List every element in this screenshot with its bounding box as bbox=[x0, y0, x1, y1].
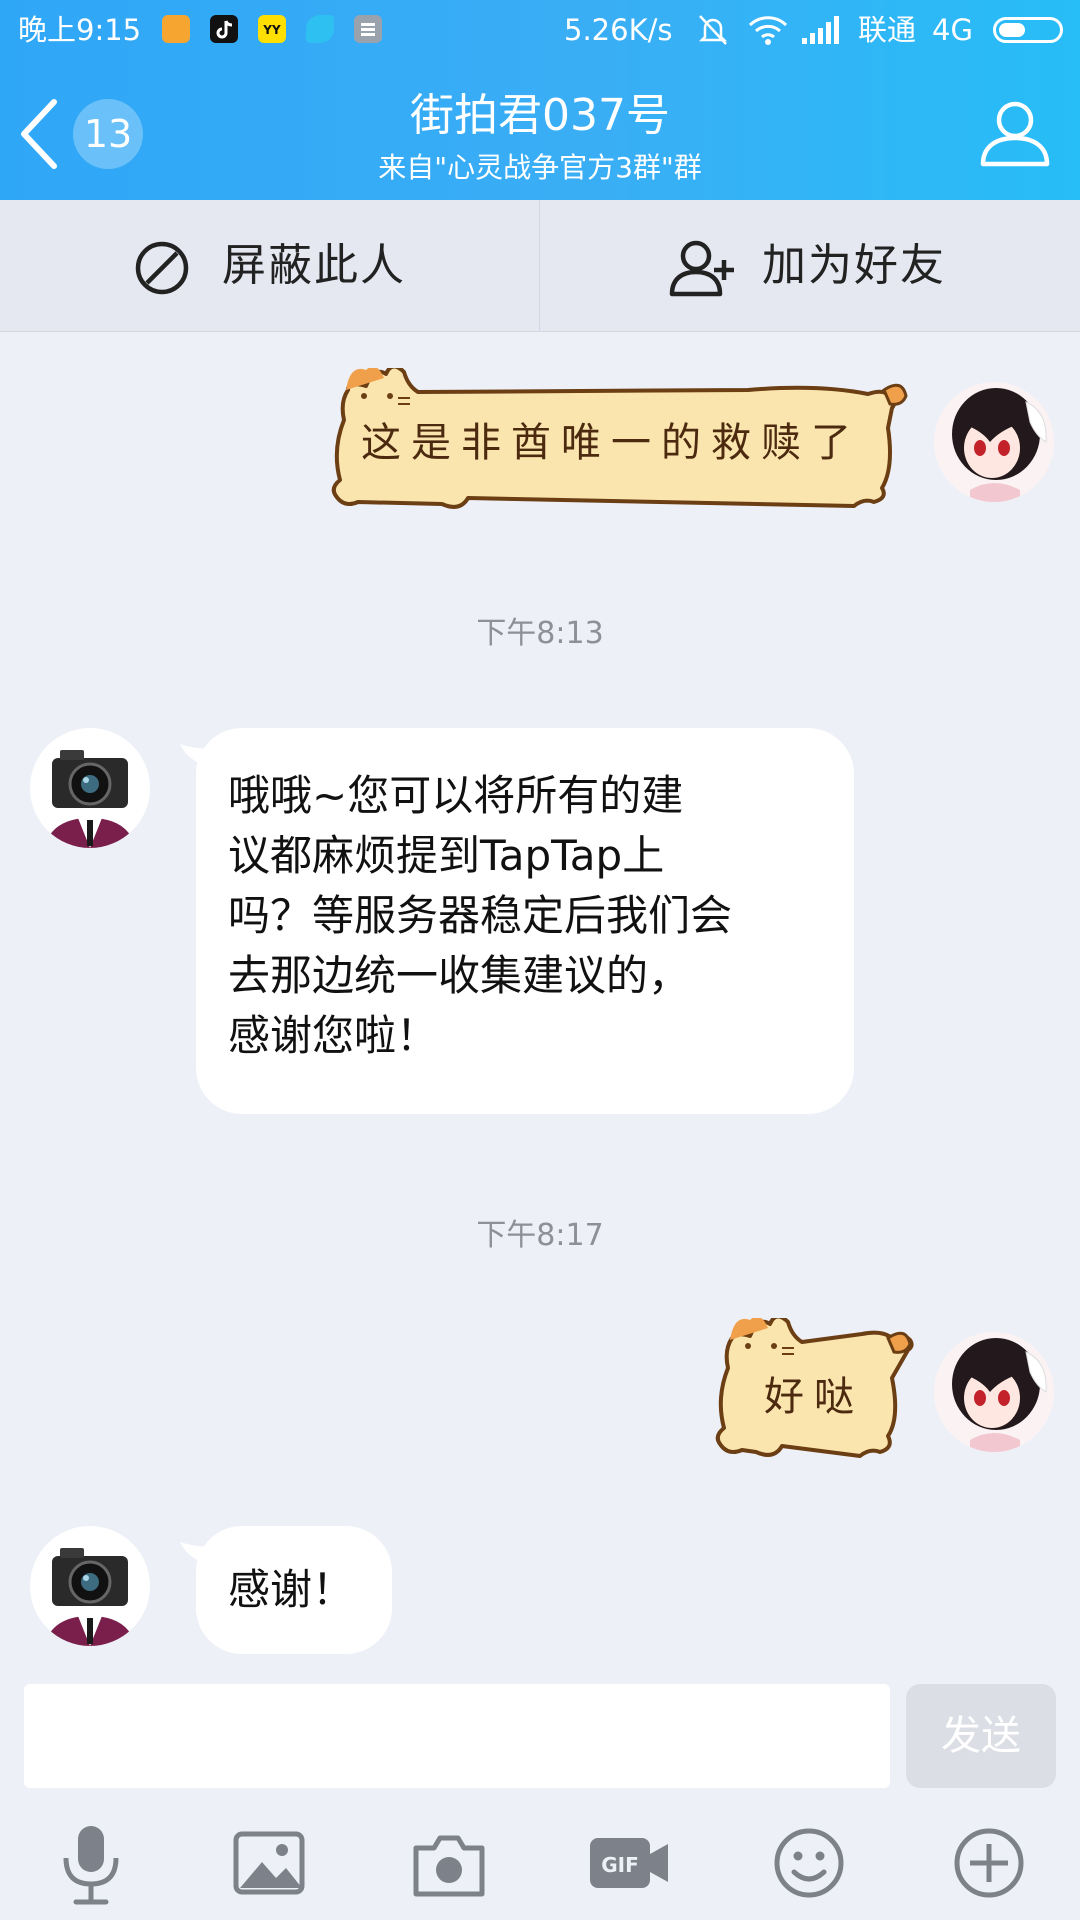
incoming-message-bubble[interactable]: 哦哦~您可以将所有的建 议都麻烦提到TapTap上 吗？等服务器稳定后我们会 去… bbox=[196, 728, 854, 1114]
add-friend-button[interactable]: 加为好友 bbox=[540, 200, 1080, 332]
message-app-icon bbox=[162, 15, 190, 43]
wifi-icon bbox=[748, 16, 788, 45]
message-line: 感谢您啦！ bbox=[228, 1011, 439, 1060]
message-line: 议都麻烦提到TapTap上 bbox=[228, 831, 665, 880]
message-input[interactable] bbox=[24, 1684, 890, 1788]
status-network-type: 4G bbox=[932, 13, 973, 47]
message-line: 哦哦~您可以将所有的建 bbox=[228, 771, 684, 820]
chat-header: 晚上9:15 YY 5.26K/s 联通 4G 13 街拍君037号 来自"心灵… bbox=[0, 0, 1080, 200]
yy-app-icon: YY bbox=[258, 15, 286, 43]
message-line: 感谢！ bbox=[228, 1565, 355, 1614]
sticker-message-text: 好哒 bbox=[764, 1374, 864, 1420]
my-avatar[interactable] bbox=[934, 1332, 1054, 1452]
image-icon[interactable] bbox=[224, 1818, 314, 1908]
bird-app-icon bbox=[306, 15, 334, 43]
sticker-message-text: 这是非酋唯一的救赎了 bbox=[361, 420, 861, 466]
svg-text:GIF: GIF bbox=[601, 1853, 639, 1877]
timestamp: 下午8:13 bbox=[476, 616, 604, 651]
svg-text:YY: YY bbox=[262, 23, 281, 37]
my-avatar[interactable] bbox=[934, 382, 1054, 502]
block-user-label: 屏蔽此人 bbox=[222, 240, 406, 291]
emoji-icon[interactable] bbox=[764, 1818, 854, 1908]
profile-person-icon[interactable] bbox=[978, 96, 1052, 170]
chat-title: 街拍君037号 bbox=[410, 90, 670, 141]
microphone-icon[interactable] bbox=[46, 1818, 136, 1908]
sender-avatar[interactable] bbox=[30, 1526, 150, 1646]
gif-icon[interactable]: GIF bbox=[584, 1818, 674, 1908]
block-user-button[interactable]: 屏蔽此人 bbox=[0, 200, 539, 332]
notes-app-icon bbox=[354, 15, 382, 43]
camera-head-avatar-icon bbox=[30, 728, 150, 848]
signal-icon bbox=[802, 16, 839, 44]
incoming-message-bubble[interactable]: 感谢！ bbox=[196, 1526, 392, 1654]
send-button[interactable]: 发送 bbox=[906, 1684, 1056, 1788]
add-friend-icon bbox=[669, 240, 734, 297]
message-line: 去那边统一收集建议的， bbox=[228, 951, 691, 1000]
battery-icon bbox=[993, 17, 1063, 43]
mute-bell-icon bbox=[698, 15, 728, 45]
block-icon bbox=[135, 241, 189, 295]
camera-head-avatar-icon bbox=[30, 1526, 150, 1646]
add-friend-label: 加为好友 bbox=[762, 240, 946, 291]
battery-level bbox=[999, 23, 1025, 37]
sender-avatar[interactable] bbox=[30, 728, 150, 848]
plus-icon[interactable] bbox=[944, 1818, 1034, 1908]
status-carrier: 联通 bbox=[858, 13, 917, 47]
camera-icon[interactable] bbox=[404, 1818, 494, 1908]
chat-subtitle: 来自"心灵战争官方3群"群 bbox=[378, 151, 702, 184]
status-net-speed: 5.26K/s bbox=[564, 13, 673, 47]
status-time: 晚上9:15 bbox=[18, 13, 142, 47]
tiktok-app-icon bbox=[210, 15, 238, 43]
message-line: 吗？等服务器稳定后我们会 bbox=[228, 891, 733, 940]
timestamp: 下午8:17 bbox=[476, 1218, 604, 1253]
